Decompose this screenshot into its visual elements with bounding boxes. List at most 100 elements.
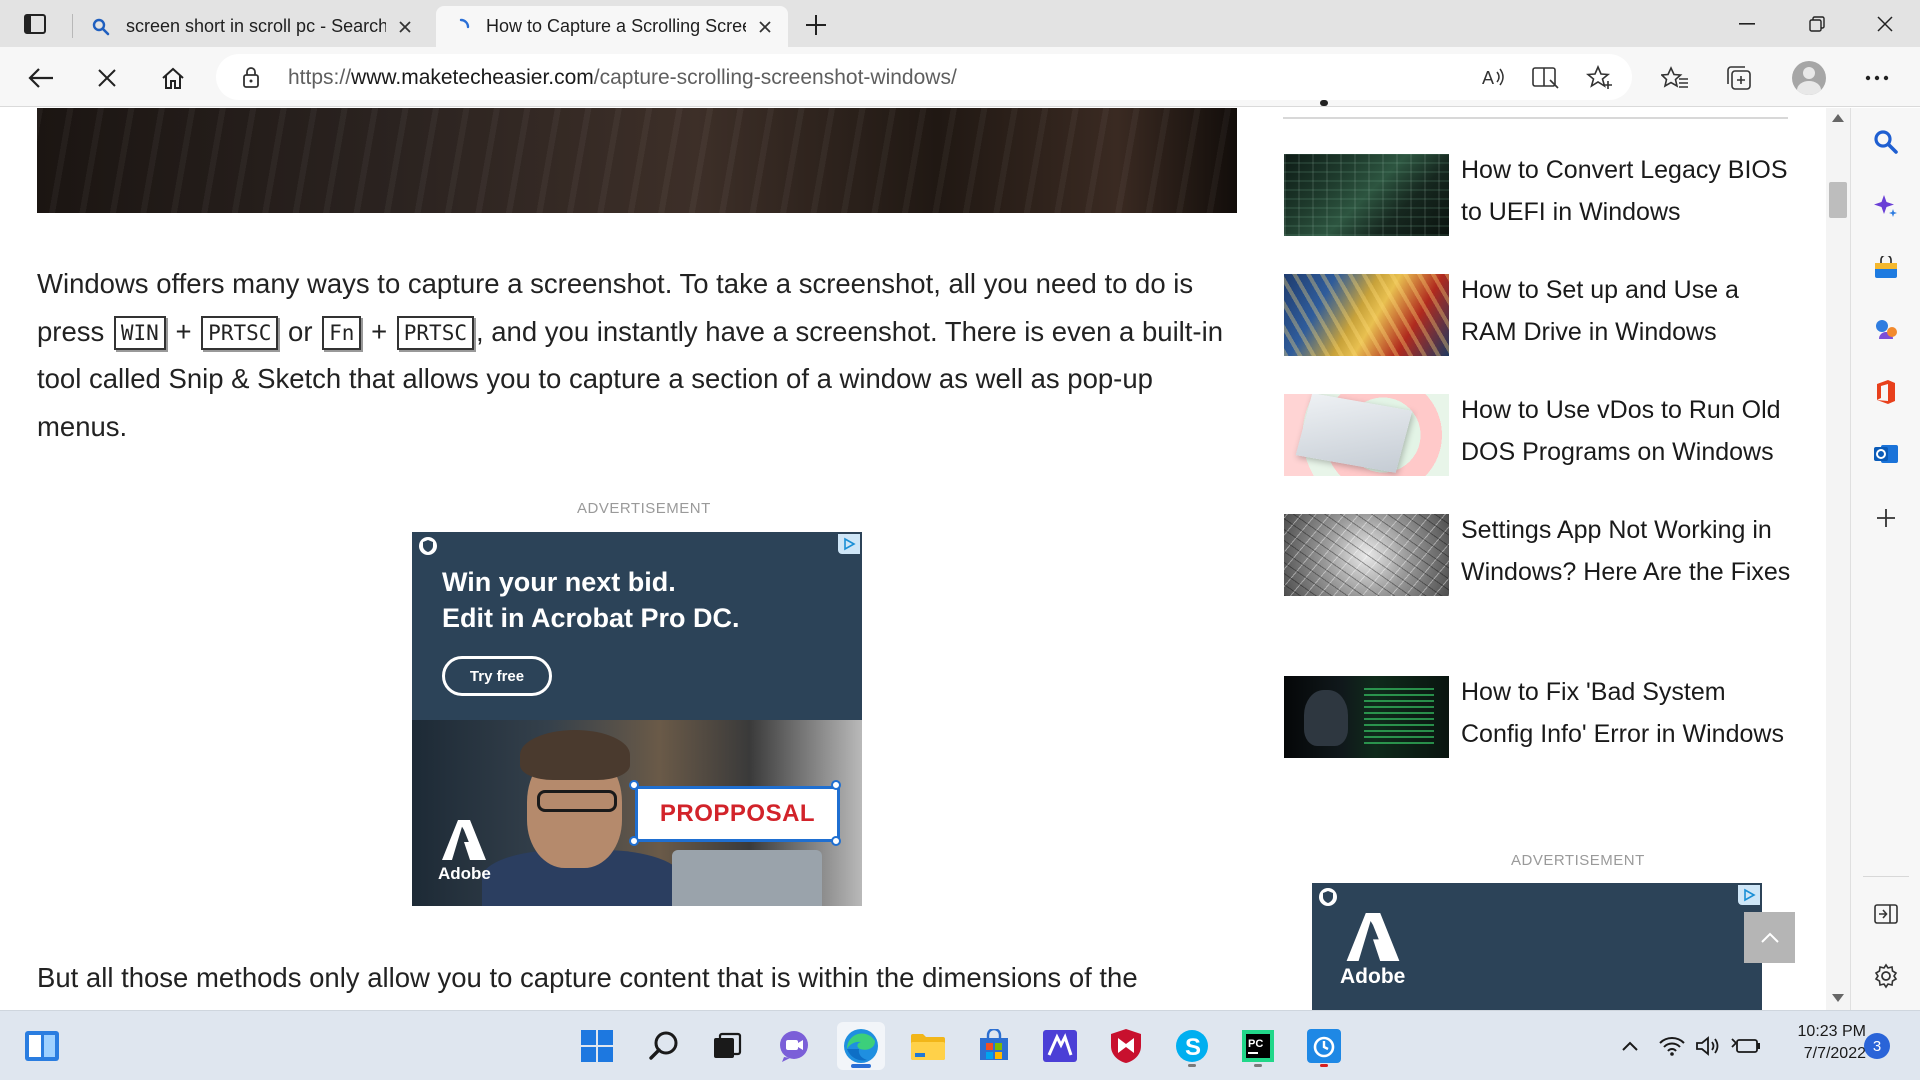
- related-article-title[interactable]: Settings App Not Working in Windows? Her…: [1461, 510, 1791, 593]
- gear-icon: [1874, 963, 1898, 989]
- volume-status[interactable]: [1692, 1031, 1724, 1061]
- back-to-top-button[interactable]: [1744, 912, 1795, 963]
- close-tab-icon[interactable]: [394, 16, 416, 38]
- ad-photo: PROPPOSAL Adobe: [412, 720, 862, 906]
- related-thumbnail[interactable]: [1284, 394, 1449, 476]
- start-button[interactable]: [573, 1022, 621, 1070]
- chevron-up-icon: [1760, 932, 1779, 943]
- sidebar-shopping-button[interactable]: [1868, 250, 1904, 286]
- running-app-indicator: [1254, 1064, 1262, 1067]
- related-article[interactable]: How to Convert Legacy BIOS to UEFI in Wi…: [1284, 154, 1794, 244]
- microsoft-store-button[interactable]: [970, 1022, 1018, 1070]
- selection-handle: [629, 836, 639, 846]
- home-icon: [162, 67, 184, 89]
- screenshot-app-button[interactable]: [1300, 1022, 1348, 1070]
- restore-icon: [1809, 15, 1825, 32]
- related-article-title[interactable]: How to Fix 'Bad System Config Info' Erro…: [1461, 672, 1791, 755]
- related-article[interactable]: How to Use vDos to Run Old DOS Programs …: [1284, 394, 1794, 484]
- ad-banner-top: Win your next bid. Edit in Acrobat Pro DC…: [412, 532, 862, 720]
- stop-loading-button[interactable]: [88, 59, 126, 97]
- collections-button[interactable]: [1720, 59, 1758, 97]
- lock-icon: [242, 66, 260, 93]
- chat-icon: [780, 1031, 808, 1062]
- adchoices-icon[interactable]: [1738, 885, 1760, 905]
- clock-time: 10:23 PM: [1797, 1023, 1866, 1040]
- taskbar-clock[interactable]: 10:23 PM 7/7/2022: [1770, 1021, 1866, 1065]
- sidebar-settings-button[interactable]: [1868, 958, 1904, 994]
- sidebar-discover-button[interactable]: [1868, 188, 1904, 224]
- taskbar-search-button[interactable]: [640, 1022, 688, 1070]
- teams-chat-button[interactable]: [770, 1022, 818, 1070]
- related-article[interactable]: How to Fix 'Bad System Config Info' Erro…: [1284, 676, 1794, 806]
- edge-icon: [844, 1029, 878, 1063]
- camera-app-icon: [1307, 1029, 1341, 1063]
- related-article[interactable]: Settings App Not Working in Windows? Her…: [1284, 514, 1794, 644]
- scroll-up-arrow-icon[interactable]: [1832, 114, 1844, 122]
- sidebar-outlook-button[interactable]: [1868, 436, 1904, 472]
- related-thumbnail[interactable]: [1284, 154, 1449, 236]
- related-article[interactable]: How to Set up and Use a RAM Drive in Win…: [1284, 274, 1794, 364]
- new-tab-button[interactable]: [800, 9, 832, 41]
- windows-taskbar: S PC 10:23 PM 7/7/2022 3: [0, 1010, 1920, 1080]
- url-text[interactable]: https://www.maketecheasier.com/capture-s…: [288, 66, 957, 90]
- back-button[interactable]: [22, 59, 60, 97]
- folder-icon: [911, 1034, 945, 1060]
- hide-sidebar-button[interactable]: [1868, 896, 1904, 932]
- close-tab-icon[interactable]: [754, 16, 776, 38]
- minimize-button[interactable]: [1714, 0, 1780, 47]
- show-hidden-icons-button[interactable]: [1616, 1031, 1644, 1061]
- mcafee-shield-icon: [1111, 1029, 1141, 1063]
- sidebar-advertisement[interactable]: Adobe: [1312, 883, 1762, 1010]
- tab-separator: [72, 14, 73, 38]
- pycharm-button[interactable]: PC: [1234, 1022, 1282, 1070]
- notification-count-badge[interactable]: 3: [1864, 1033, 1890, 1059]
- back-arrow-icon: [28, 68, 53, 88]
- settings-menu-button[interactable]: [1858, 59, 1896, 97]
- outlook-icon: [1874, 445, 1898, 463]
- sidebar-search-button[interactable]: [1868, 124, 1904, 160]
- scroll-down-arrow-icon[interactable]: [1832, 994, 1844, 1002]
- ad-try-free-button[interactable]: Try free: [442, 656, 552, 696]
- sidebar-tools-button[interactable]: [1868, 312, 1904, 348]
- mcafee-button[interactable]: [1102, 1022, 1150, 1070]
- speaker-icon: [1696, 1036, 1719, 1056]
- wifi-status[interactable]: [1656, 1031, 1688, 1061]
- adchoices-icon[interactable]: [838, 534, 860, 554]
- add-favorite-icon[interactable]: [1584, 62, 1616, 94]
- tab-actions-icon: [24, 14, 46, 34]
- favorites-button[interactable]: [1656, 59, 1694, 97]
- widgets-button[interactable]: [18, 1022, 66, 1070]
- acrobat-advertisement[interactable]: Win your next bid. Edit in Acrobat Pro DC…: [412, 532, 862, 906]
- sidebar-office-button[interactable]: [1868, 374, 1904, 410]
- home-button[interactable]: [154, 59, 192, 97]
- sidebar-add-button[interactable]: [1868, 500, 1904, 536]
- profile-avatar[interactable]: [1792, 61, 1826, 95]
- related-article-title[interactable]: How to Convert Legacy BIOS to UEFI in Wi…: [1461, 150, 1791, 233]
- favorites-icon: [1661, 66, 1688, 88]
- svg-text:A: A: [1482, 68, 1494, 88]
- scrollbar-thumb[interactable]: [1829, 182, 1847, 218]
- related-thumbnail[interactable]: [1284, 274, 1449, 356]
- related-article-title[interactable]: How to Set up and Use a RAM Drive in Win…: [1461, 270, 1791, 353]
- related-thumbnail[interactable]: [1284, 676, 1449, 758]
- task-view-button[interactable]: [703, 1022, 751, 1070]
- math-app-button[interactable]: [1036, 1022, 1084, 1070]
- address-bar[interactable]: https://www.maketecheasier.com/capture-s…: [216, 54, 1632, 100]
- tab-actions-button[interactable]: [18, 10, 52, 38]
- skype-button[interactable]: S: [1168, 1022, 1216, 1070]
- file-explorer-button[interactable]: [904, 1022, 952, 1070]
- restore-button[interactable]: [1784, 0, 1850, 47]
- selection-handle: [629, 780, 639, 790]
- battery-status[interactable]: [1728, 1031, 1764, 1061]
- tab-active-article[interactable]: How to Capture a Scrolling Screenshot in…: [436, 6, 788, 47]
- immersive-reader-icon[interactable]: [1530, 62, 1562, 94]
- edge-taskbar-button[interactable]: [837, 1022, 885, 1070]
- page-scrollbar[interactable]: [1826, 108, 1850, 1010]
- read-aloud-icon[interactable]: A: [1478, 62, 1510, 94]
- chevron-up-icon: [1622, 1041, 1638, 1051]
- key-prtsc: PRTSC: [201, 315, 279, 350]
- related-thumbnail[interactable]: [1284, 514, 1449, 596]
- tab-search[interactable]: screen short in scroll pc - Search: [76, 6, 428, 47]
- close-window-button[interactable]: [1852, 0, 1918, 47]
- related-article-title[interactable]: How to Use vDos to Run Old DOS Programs …: [1461, 390, 1791, 473]
